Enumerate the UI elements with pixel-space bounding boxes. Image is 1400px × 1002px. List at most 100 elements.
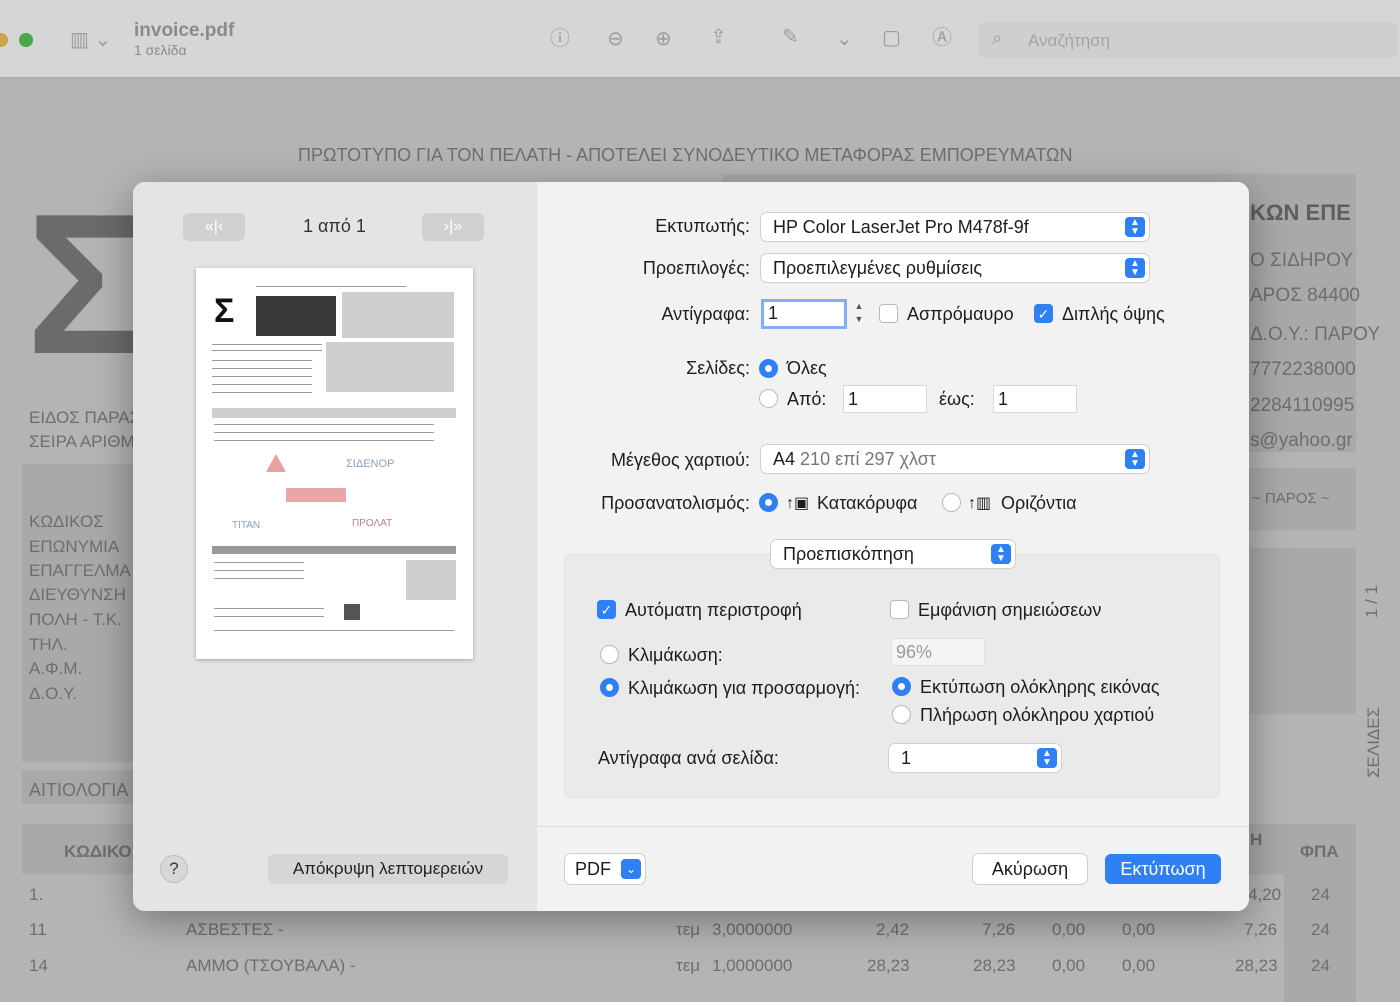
doc-row-value: 0,00	[1052, 920, 1086, 939]
pages-to-input[interactable]: 1	[993, 385, 1077, 413]
black-white-label: Ασπρόμαυρο	[907, 304, 1014, 324]
doc-row-value: 7,26	[1244, 920, 1278, 939]
window-titlebar: ▥ ⌄ invoice.pdf 1 σελίδα ⓘ ⊖ ⊕ ⇪ ✎ ⌄ ▢ Ⓐ…	[0, 0, 1400, 78]
chevron-updown-icon: ▲ ▼	[1125, 258, 1145, 278]
sidebar-toggle-icon[interactable]: ▥ ⌄	[70, 28, 111, 52]
hide-details-button[interactable]: Απόκρυψη λεπτομερειών	[268, 854, 508, 884]
doc-row-code: 1.	[29, 885, 44, 904]
doc-row-value: 0,00	[1052, 956, 1086, 975]
doc-row-desc: ΑΜΜΟ (ΤΣΟΥΒΑΛΑ) -	[186, 956, 356, 975]
duplex-checkbox[interactable]: ✓	[1034, 304, 1053, 323]
portrait-radio[interactable]	[759, 493, 778, 512]
scale-to-fit-radio[interactable]	[600, 678, 619, 697]
share-icon[interactable]: ⇪	[710, 25, 727, 49]
copies-input[interactable]: 1	[761, 299, 847, 329]
scale-input[interactable]: 96%	[891, 638, 985, 666]
doc-row-qty: 3,0000000	[712, 920, 793, 939]
pdf-menu-button[interactable]: PDF ⌄	[565, 854, 645, 884]
window-title: invoice.pdf	[134, 20, 235, 41]
pages-range-radio[interactable]	[759, 389, 778, 408]
annotate-icon[interactable]: Ⓐ	[932, 26, 952, 50]
printer-select[interactable]: HP Color LaserJet Pro M478f-9f ▲ ▼	[761, 213, 1149, 241]
copies-per-page-select[interactable]: 1 ▲ ▼	[889, 744, 1061, 772]
fill-paper-radio[interactable]	[892, 705, 911, 724]
search-icon: ⌕	[992, 28, 1003, 48]
doc-location: ~ ΠΑΡΟΣ ~	[1252, 490, 1330, 507]
doc-row-value: 0,00	[1122, 920, 1156, 939]
doc-aitiologia: ΑΙΤΙΟΛΟΓΙΑ	[29, 780, 129, 800]
scale-radio[interactable]	[600, 645, 619, 664]
zoom-out-icon[interactable]: ⊖	[607, 27, 624, 51]
printer-value: HP Color LaserJet Pro M478f-9f	[773, 217, 1029, 237]
section-select[interactable]: Προεπισκόπηση ▲ ▼	[771, 540, 1015, 568]
print-button[interactable]: Εκτύπωση	[1105, 854, 1221, 884]
portrait-icon: ↑▣	[786, 495, 810, 512]
show-notes-label: Εμφάνιση σημειώσεων	[918, 600, 1102, 620]
doc-row-desc: ΑΣΒΕΣΤΕΣ -	[186, 920, 284, 939]
doc-field-label: ΠΟΛΗ - Τ.Κ.	[29, 610, 122, 629]
doc-side-page: 1 / 1	[1362, 584, 1381, 618]
doc-row-code: 11	[29, 920, 47, 939]
doc-row-code: 14	[29, 956, 48, 975]
show-notes-checkbox[interactable]	[890, 600, 909, 619]
doc-row-value: 4,20	[1248, 885, 1282, 904]
black-white-checkbox[interactable]	[879, 304, 898, 323]
doc-field-label: Δ.Ο.Υ.	[29, 684, 77, 703]
presets-select[interactable]: Προεπιλεγμένες ρυθμίσεις ▲ ▼	[761, 254, 1149, 282]
auto-rotate-label: Αυτόματη περιστροφή	[625, 600, 802, 620]
help-button[interactable]: ?	[160, 855, 188, 883]
chevron-updown-icon: ▲ ▼	[1037, 748, 1057, 768]
auto-rotate-checkbox[interactable]: ✓	[597, 600, 616, 619]
print-dialog: «|‹ 1 από 1 ›|» Σ ΣΙΔΕΝΟΡ TITAN ΠΡΟΛΑΤ ?…	[133, 182, 1249, 911]
doc-side-pages: ΣΕΛΙΔΕΣ	[1364, 706, 1383, 778]
zoom-in-icon[interactable]: ⊕	[655, 27, 672, 51]
presets-value: Προεπιλεγμένες ρυθμίσεις	[773, 258, 983, 278]
pages-from-input[interactable]: 1	[843, 385, 927, 413]
doc-field-label: ΔΙΕΥΘΥΝΣΗ	[29, 585, 126, 604]
paper-size-detail: 210 επί 297 χλστ	[800, 449, 936, 469]
copies-per-page-value: 1	[901, 748, 912, 768]
doc-field-label: ΤΗΛ.	[29, 635, 68, 654]
info-icon[interactable]: ⓘ	[550, 27, 570, 51]
doc-row-value: 2,42	[876, 920, 910, 939]
fill-paper-label: Πλήρωση ολόκληρου χαρτιού	[920, 705, 1155, 725]
landscape-radio[interactable]	[942, 493, 961, 512]
next-page-button[interactable]: ›|»	[422, 213, 484, 241]
doc-row-vat: 24	[1311, 885, 1330, 904]
chevron-down-icon[interactable]: ⌄	[836, 27, 853, 51]
paper-size-select[interactable]: A4 210 επί 297 χλστ ▲ ▼	[761, 445, 1149, 473]
doc-field-label: ΕΠΑΓΓΕΛΜΑ	[29, 561, 131, 580]
doc-company-line: 7772238000	[1250, 359, 1356, 380]
pages-all-radio[interactable]	[759, 359, 778, 378]
scale-to-fit-label: Κλιμάκωση για προσαρμογή:	[628, 678, 860, 698]
doc-row-unit: τεμ	[676, 956, 701, 975]
zoom-button[interactable]	[19, 33, 33, 47]
doc-col-header: ΚΩΔΙΚΟΣ	[64, 842, 142, 861]
markup-pen-icon[interactable]: ✎	[782, 25, 799, 49]
print-entire-radio[interactable]	[892, 677, 911, 696]
doc-row-value: 28,23	[1235, 956, 1278, 975]
paper-size-label: Μέγεθος χαρτιού:	[610, 450, 750, 470]
footer-divider	[537, 826, 1249, 827]
doc-company-line: Δ.Ο.Υ.: ΠΑΡΟΥ	[1250, 324, 1381, 345]
minimize-button[interactable]	[0, 33, 8, 47]
doc-row-vat: 24	[1311, 956, 1330, 975]
copies-stepper[interactable]: ▲ ▼	[851, 300, 867, 328]
pdf-label: PDF	[575, 859, 611, 879]
chevron-down-icon: ⌄	[621, 859, 641, 879]
search-placeholder: Αναζήτηση	[1028, 31, 1111, 50]
doc-company-name: ΚΩΝ ΕΠΕ	[1250, 200, 1351, 225]
rotate-icon[interactable]: ▢	[882, 26, 901, 50]
search-field[interactable]: ⌕ Αναζήτηση	[978, 22, 1398, 58]
prev-page-button[interactable]: «|‹	[183, 213, 245, 241]
doc-label: ΕΙΔΟΣ ΠΑΡΑΣ	[29, 408, 141, 427]
paper-size-value: A4	[773, 449, 796, 469]
doc-col-header: ΦΠΑ	[1300, 842, 1339, 861]
settings-pane: Εκτυπωτής: HP Color LaserJet Pro M478f-9…	[537, 182, 1249, 911]
cancel-button[interactable]: Ακύρωση	[973, 854, 1087, 884]
portrait-label: Κατακόρυφα	[817, 493, 918, 513]
section-value: Προεπισκόπηση	[783, 544, 914, 564]
doc-row-unit: τεμ	[676, 920, 701, 939]
chevron-updown-icon: ▲ ▼	[991, 544, 1011, 564]
pages-all-label: Όλες	[787, 358, 827, 378]
